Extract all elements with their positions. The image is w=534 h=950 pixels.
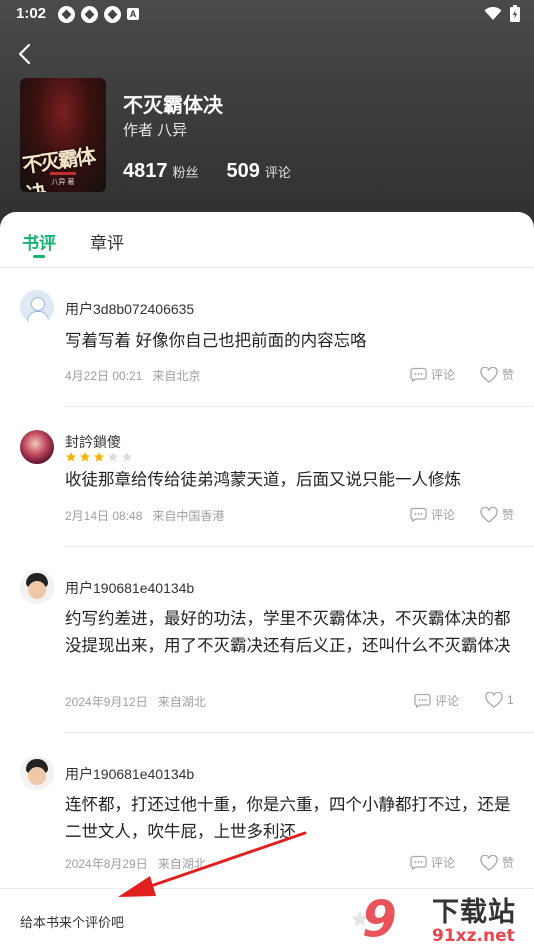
book-stats: 4817 粉丝 509 评论 bbox=[123, 160, 319, 183]
review-content: 连怀都，打还过他十重，你是六重，四个小静都打不过，还是二世文人，吹牛屁，上世多利… bbox=[65, 796, 511, 841]
comment-button[interactable]: 评论 bbox=[414, 692, 459, 709]
like-button[interactable]: 赞 bbox=[480, 506, 514, 523]
avatar[interactable] bbox=[20, 290, 54, 324]
fans-count: 4817 bbox=[123, 160, 168, 182]
app-notification-icon bbox=[81, 6, 98, 23]
review-content: 写着写着 好像你自己也把前面的内容忘咯 bbox=[65, 332, 367, 350]
heart-icon bbox=[480, 506, 498, 523]
like-button[interactable]: 1 bbox=[485, 692, 514, 708]
watermark: 9 下载站 91xz.net bbox=[362, 888, 534, 950]
heart-icon bbox=[480, 854, 498, 871]
book-header: 1:02 A 不灭霸体决 八异 著 不灭霸体决 作者 八异 4817 粉丝 50… bbox=[0, 0, 534, 240]
watermark-url: 91xz.net bbox=[432, 926, 515, 946]
book-cover[interactable]: 不灭霸体决 八异 著 bbox=[20, 78, 106, 192]
cover-author: 八异 著 bbox=[51, 179, 75, 186]
status-app-icons: A bbox=[58, 6, 139, 23]
review-location: 来自北京 bbox=[152, 369, 201, 383]
comment-icon bbox=[410, 367, 427, 382]
divider bbox=[64, 546, 534, 547]
comment-label: 评论 bbox=[431, 856, 456, 870]
watermark-logo: 9 bbox=[362, 890, 397, 948]
reviews-panel: 书评 章评 用户3d8b072406635 写着写着 好像你自己也把前面的内容忘… bbox=[0, 212, 534, 950]
like-count: 1 bbox=[507, 693, 514, 707]
review-meta: 2月14日 08:48 来自中国香港 bbox=[65, 507, 224, 524]
tab-chapter-review[interactable]: 章评 bbox=[90, 229, 124, 254]
watermark-text: 下载站 bbox=[432, 897, 516, 927]
review-date: 2月14日 08:48 bbox=[65, 509, 143, 523]
battery-icon bbox=[510, 5, 520, 22]
comment-button[interactable]: 评论 bbox=[410, 366, 455, 383]
app-badge-icon: A bbox=[127, 8, 139, 20]
review-meta: 2024年9月12日 来自湖北 bbox=[65, 693, 206, 710]
comment-label: 评论 bbox=[431, 508, 456, 522]
avatar[interactable] bbox=[20, 430, 54, 464]
tab-book-review[interactable]: 书评 bbox=[22, 229, 56, 254]
comment-label: 评论 bbox=[431, 368, 456, 382]
status-right bbox=[484, 5, 520, 22]
heart-icon bbox=[485, 692, 503, 708]
review-username[interactable]: 用户190681e40134b bbox=[65, 764, 194, 784]
heart-icon bbox=[480, 366, 498, 383]
star-filled-icon bbox=[80, 452, 90, 462]
review-date: 4月22日 00:21 bbox=[65, 369, 143, 383]
status-bar: 1:02 A bbox=[0, 0, 534, 28]
review-date: 2024年9月12日 bbox=[65, 695, 148, 709]
comments-label: 评论 bbox=[264, 165, 291, 180]
star-empty-icon bbox=[122, 452, 132, 462]
divider bbox=[64, 732, 534, 733]
status-time: 1:02 bbox=[16, 5, 47, 22]
review-item: 用户3d8b072406635 写着写着 好像你自己也把前面的内容忘咯 4月22… bbox=[0, 282, 534, 407]
review-item: 封訡鎖傻 收徒那章给传给徒弟鸿蒙天道，后面又说只能一人修炼 2月14日 08:4… bbox=[0, 422, 534, 547]
review-username[interactable]: 封訡鎖傻 bbox=[65, 432, 121, 452]
comment-icon bbox=[410, 855, 427, 870]
cover-decoration bbox=[50, 172, 76, 175]
review-location: 来自湖北 bbox=[157, 857, 206, 871]
divider bbox=[64, 406, 534, 407]
review-username[interactable]: 用户3d8b072406635 bbox=[65, 299, 194, 319]
comment-button[interactable]: 评论 bbox=[410, 854, 455, 871]
review-username[interactable]: 用户190681e40134b bbox=[65, 578, 194, 598]
comment-button[interactable]: 评论 bbox=[410, 506, 455, 523]
star-empty-icon bbox=[108, 452, 118, 462]
rate-book-prompt[interactable]: 给本书来个评价吧 bbox=[20, 912, 124, 931]
like-label: 赞 bbox=[502, 856, 515, 870]
comment-icon bbox=[410, 507, 427, 522]
like-button[interactable]: 赞 bbox=[480, 854, 514, 871]
review-tabs: 书评 章评 bbox=[0, 212, 534, 268]
book-title: 不灭霸体决 bbox=[123, 95, 223, 117]
wifi-icon bbox=[484, 6, 502, 20]
review-location: 来自湖北 bbox=[157, 695, 206, 709]
tab-active-indicator bbox=[33, 255, 45, 258]
app-notification-icon bbox=[58, 6, 75, 23]
like-label: 赞 bbox=[502, 508, 515, 522]
review-location: 来自中国香港 bbox=[152, 509, 225, 523]
review-content: 约写约差进，最好的功法，学里不灭霸体决，不灭霸体决的都没提现出来，用了不灭霸决还… bbox=[65, 610, 511, 655]
review-meta: 2024年8月29日 来自湖北 bbox=[65, 855, 206, 872]
avatar[interactable] bbox=[20, 570, 54, 604]
review-item: 用户190681e40134b 约写约差进，最好的功法，学里不灭霸体决，不灭霸体… bbox=[0, 562, 534, 737]
avatar[interactable] bbox=[20, 756, 54, 790]
review-date: 2024年8月29日 bbox=[65, 857, 148, 871]
fans-label: 粉丝 bbox=[172, 165, 199, 180]
review-meta: 4月22日 00:21 来自北京 bbox=[65, 367, 200, 384]
review-item: 用户190681e40134b 连怀都，打还过他十重，你是六重，四个小静都打不过… bbox=[0, 748, 534, 888]
back-icon[interactable] bbox=[14, 42, 38, 66]
comments-count: 509 bbox=[226, 160, 260, 182]
review-content: 收徒那章给传给徒弟鸿蒙天道，后面又说只能一人修炼 bbox=[65, 471, 461, 489]
comment-label: 评论 bbox=[435, 694, 460, 708]
rating-stars bbox=[65, 451, 133, 463]
book-author[interactable]: 作者 八异 bbox=[123, 119, 187, 140]
star-filled-icon bbox=[94, 452, 104, 462]
like-button[interactable]: 赞 bbox=[480, 366, 514, 383]
comment-icon bbox=[414, 693, 431, 708]
like-label: 赞 bbox=[502, 368, 515, 382]
app-notification-icon bbox=[104, 6, 121, 23]
star-filled-icon bbox=[66, 452, 76, 462]
